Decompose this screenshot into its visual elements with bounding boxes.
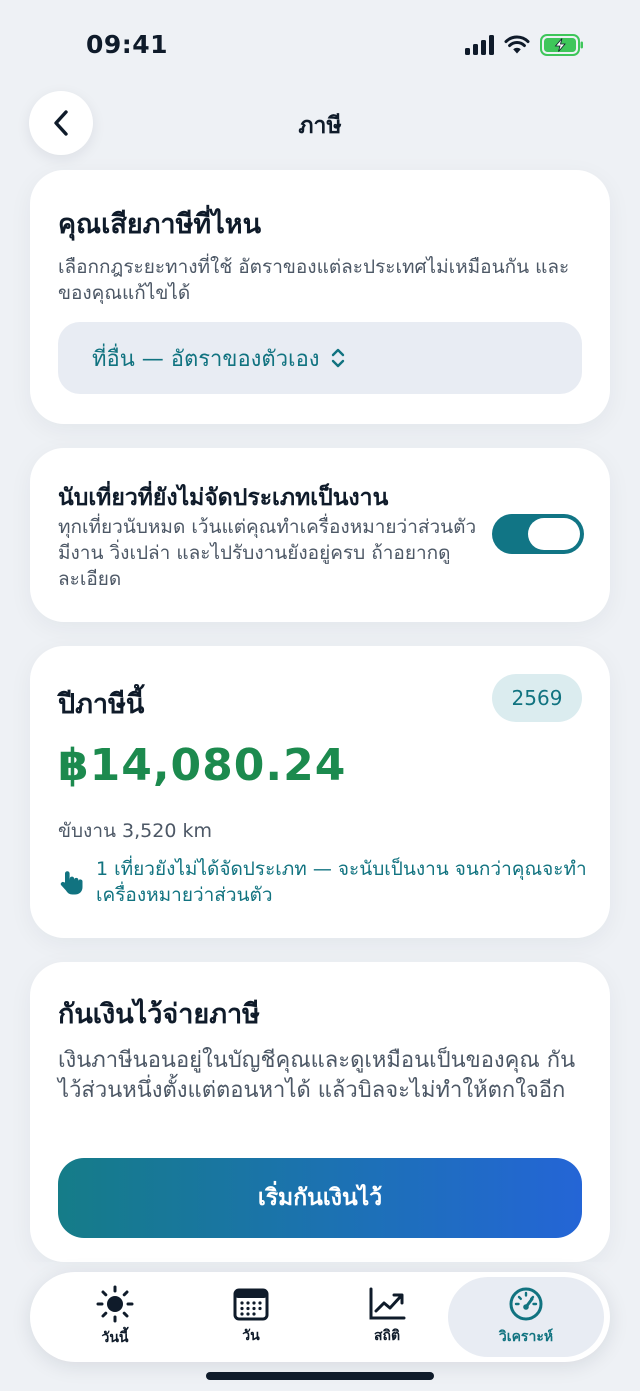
tab-day[interactable]: วัน xyxy=(176,1277,326,1357)
count-unclassified-card: นับเที่ยวที่ยังไม่จัดประเภทเป็นงาน ทุกเท… xyxy=(30,448,610,622)
start-saving-button[interactable]: เริ่มกันเงินไว้ xyxy=(58,1158,582,1238)
save-for-tax-card: กันเงินไว้จ่ายภาษี เงินภาษีนอนอยู่ในบัญช… xyxy=(30,962,610,1262)
save-for-tax-title: กันเงินไว้จ่ายภาษี xyxy=(58,999,260,1030)
tab-day-label: วัน xyxy=(242,1328,260,1344)
tax-region-title: คุณเสียภาษีที่ไหน xyxy=(58,209,262,240)
tax-region-select[interactable]: ที่อื่น — อัตราของตัวเอง xyxy=(58,322,582,394)
chart-icon xyxy=(369,1287,406,1320)
hand-tap-icon xyxy=(60,871,83,895)
count-unclassified-description: ทุกเที่ยวนับหมด เว้นแต่คุณทำเครื่องหมายว… xyxy=(58,516,477,590)
unclassified-trip-note[interactable]: 1 เที่ยวยังไม่ได้จัดประเภท — จะนับเป็นงา… xyxy=(58,856,588,908)
tax-region-selected-value: ที่อื่น — อัตราของตัวเอง xyxy=(92,346,320,372)
wifi-icon xyxy=(504,35,530,54)
toggle-knob xyxy=(528,518,580,550)
tab-analysis[interactable]: วิเคราะห์ xyxy=(448,1277,604,1357)
tax-screen: 09:41 ภาษี คุณเสียภาษีที่ไหน เลือกกฎระยะ… xyxy=(0,0,640,1391)
work-distance: ขับงาน 3,520 km xyxy=(58,820,212,842)
tax-region-card: คุณเสียภาษีที่ไหน เลือกกฎระยะทางที่ใช้ อ… xyxy=(30,170,610,424)
tab-stats-label: สถิติ xyxy=(373,1328,401,1344)
tab-today-label: วันนี้ xyxy=(101,1330,129,1346)
page-title: ภาษี xyxy=(298,113,342,139)
status-time: 09:41 xyxy=(86,30,169,59)
home-indicator[interactable] xyxy=(206,1372,434,1380)
status-icons xyxy=(465,34,584,56)
status-bar: 09:41 xyxy=(0,0,640,96)
count-unclassified-toggle[interactable] xyxy=(492,514,584,554)
unclassified-trip-note-text: 1 เที่ยวยังไม่ได้จัดประเภท — จะนับเป็นงา… xyxy=(96,858,587,906)
tax-year-card: ปีภาษีนี้ 2569 ฿14,080.24 ขับงาน 3,520 k… xyxy=(30,646,610,938)
tax-region-description: เลือกกฎระยะทางที่ใช้ อัตราของแต่ละประเทศ… xyxy=(58,256,570,304)
count-unclassified-title: นับเที่ยวที่ยังไม่จัดประเภทเป็นงาน xyxy=(58,485,389,511)
tab-stats[interactable]: สถิติ xyxy=(312,1277,462,1357)
save-for-tax-description: เงินภาษีนอนอยู่ในบัญชีคุณและดูเหมือนเป็น… xyxy=(58,1048,576,1103)
calendar-icon xyxy=(233,1288,269,1321)
tab-analysis-label: วิเคราะห์ xyxy=(498,1329,554,1345)
tab-bar: วันนี้ วัน สถิติ วิเคราะห์ xyxy=(30,1272,610,1362)
sun-icon xyxy=(96,1285,134,1323)
chevron-up-down-icon xyxy=(331,348,344,368)
gauge-icon xyxy=(509,1287,543,1321)
tax-deduction-amount: ฿14,080.24 xyxy=(58,740,347,791)
cellular-signal-icon xyxy=(465,35,494,55)
tax-year-badge[interactable]: 2569 xyxy=(492,674,582,722)
tab-today[interactable]: วันนี้ xyxy=(40,1277,190,1357)
battery-charging-icon xyxy=(540,34,583,56)
tab-bar-area: วันนี้ วัน สถิติ วิเคราะห์ xyxy=(0,1262,640,1391)
tax-year-title: ปีภาษีนี้ xyxy=(58,689,145,720)
